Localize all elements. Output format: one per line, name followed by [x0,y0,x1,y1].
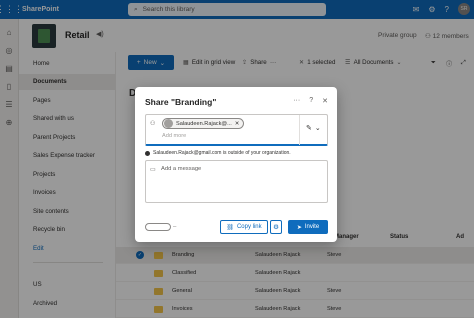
more-options-icon[interactable]: ··· [293,97,300,105]
message-icon: ▭ [150,167,156,173]
avatar [164,119,173,128]
copy-link-button[interactable]: ⛓ Copy link [220,220,268,234]
link-icon: ⛓ [226,224,234,231]
gear-icon: ⚙ [273,224,279,231]
link-settings-pill [145,223,171,231]
pencil-icon: ✎ [306,125,312,132]
share-dialog-title: Share "Branding" [145,97,217,107]
recipient-chip[interactable]: Salaudeen.Rajack@... ✕ [162,118,245,129]
dialog-actions: ··· ? ✕ [293,97,328,105]
external-warning: Salaudeen.Rajack@gmail.com is outside of… [145,150,291,156]
send-icon: ➤ [296,224,302,231]
close-icon[interactable]: ✕ [322,97,328,105]
help-icon[interactable]: ? [309,97,313,105]
remove-icon[interactable]: ✕ [235,121,240,127]
share-dialog: Share "Branding" ··· ? ✕ ⚇ Salaudeen.Raj… [135,87,337,242]
picker-divider [299,115,300,145]
message-placeholder: Add a message [161,166,202,172]
copy-link-label: Copy link [236,224,262,230]
link-settings-button[interactable]: ⚙ [270,220,282,234]
warning-text: Salaudeen.Rajack@gmail.com is outside of… [153,150,291,156]
minus-icon: – [173,224,177,230]
message-field[interactable]: ▭ Add a message [145,160,328,203]
people-picker[interactable]: ⚇ Salaudeen.Rajack@... ✕ Add more ✎ ⌄ [145,114,328,146]
permission-dropdown[interactable]: ✎ ⌄ [306,124,321,132]
warning-icon [145,150,150,156]
invite-label: Invite [304,224,320,230]
person-add-icon: ⚇ [150,121,156,127]
add-more-input[interactable]: Add more [162,133,186,139]
invite-button[interactable]: ➤ Invite [288,220,328,234]
link-settings-badge[interactable]: – [145,221,181,233]
recipient-email: Salaudeen.Rajack@... [176,120,232,127]
chevron-down-icon: ⌄ [314,125,321,132]
